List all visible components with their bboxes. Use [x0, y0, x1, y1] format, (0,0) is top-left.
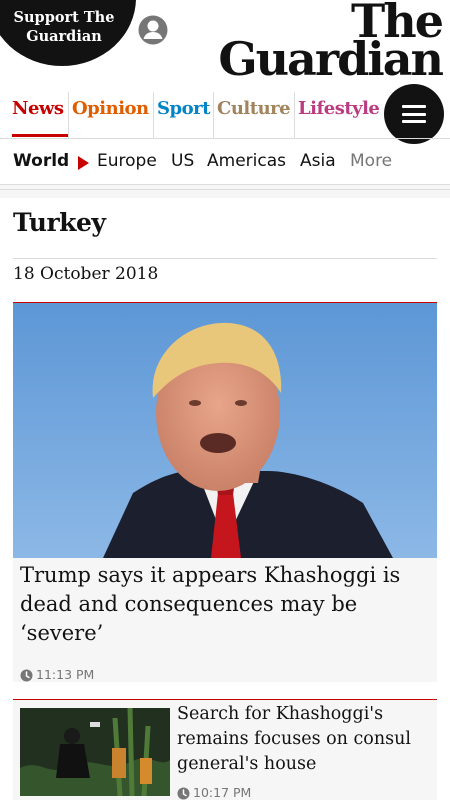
divider [68, 92, 69, 138]
subnav-world[interactable]: World [13, 151, 69, 171]
active-pillar-indicator [12, 134, 68, 137]
article-timestamp: 10:17 PM [193, 785, 252, 800]
article-timestamp: 11:13 PM [36, 667, 95, 682]
divider [294, 92, 295, 138]
article-card[interactable]: Search for Khashoggi's remains focuses o… [13, 699, 437, 800]
support-label[interactable]: Support The Guardian [8, 8, 120, 46]
subnav-americas[interactable]: Americas [207, 151, 286, 171]
logo-line-2: Guardian [218, 32, 444, 86]
chevron-right-icon [78, 156, 89, 170]
subnav-us[interactable]: US [171, 151, 194, 171]
article-card-main[interactable]: Trump says it appears Khashoggi is dead … [13, 302, 437, 682]
subnav-europe[interactable]: Europe [97, 151, 157, 171]
clock-icon [20, 669, 33, 682]
page-title[interactable]: Turkey [13, 208, 106, 237]
hamburger-menu-icon[interactable] [384, 84, 444, 144]
subnav-asia[interactable]: Asia [300, 151, 336, 171]
divider [153, 92, 154, 138]
site-header: Support The Guardian The Guardian [0, 0, 450, 90]
article-headline[interactable]: Search for Khashoggi's remains focuses o… [177, 702, 437, 777]
article-photo [13, 303, 437, 558]
divider [0, 138, 450, 139]
date-heading: 18 October 2018 [13, 264, 159, 284]
thumbnail-illustration [20, 708, 170, 796]
pillar-news[interactable]: News [12, 98, 64, 119]
pillar-opinion[interactable]: Opinion [72, 98, 149, 119]
pillar-lifestyle[interactable]: Lifestyle [298, 98, 380, 119]
pillar-culture[interactable]: Culture [217, 98, 291, 119]
subnav-more[interactable]: More [350, 151, 392, 171]
section-subnav: World Europe US Americas Asia More [0, 142, 450, 182]
account-icon[interactable] [137, 14, 169, 46]
divider [213, 92, 214, 138]
article-headline[interactable]: Trump says it appears Khashoggi is dead … [20, 561, 430, 648]
pillar-nav: News Opinion Sport Culture Lifestyle [0, 92, 450, 138]
divider [0, 184, 450, 198]
clock-icon [177, 787, 190, 800]
pillar-sport[interactable]: Sport [157, 98, 210, 119]
support-line-2: Guardian [26, 28, 102, 45]
article-thumbnail [20, 708, 170, 796]
divider [13, 258, 437, 259]
guardian-logo[interactable]: The Guardian [212, 0, 444, 86]
article-photo-illustration [13, 303, 437, 558]
support-line-1: Support The [13, 9, 115, 26]
